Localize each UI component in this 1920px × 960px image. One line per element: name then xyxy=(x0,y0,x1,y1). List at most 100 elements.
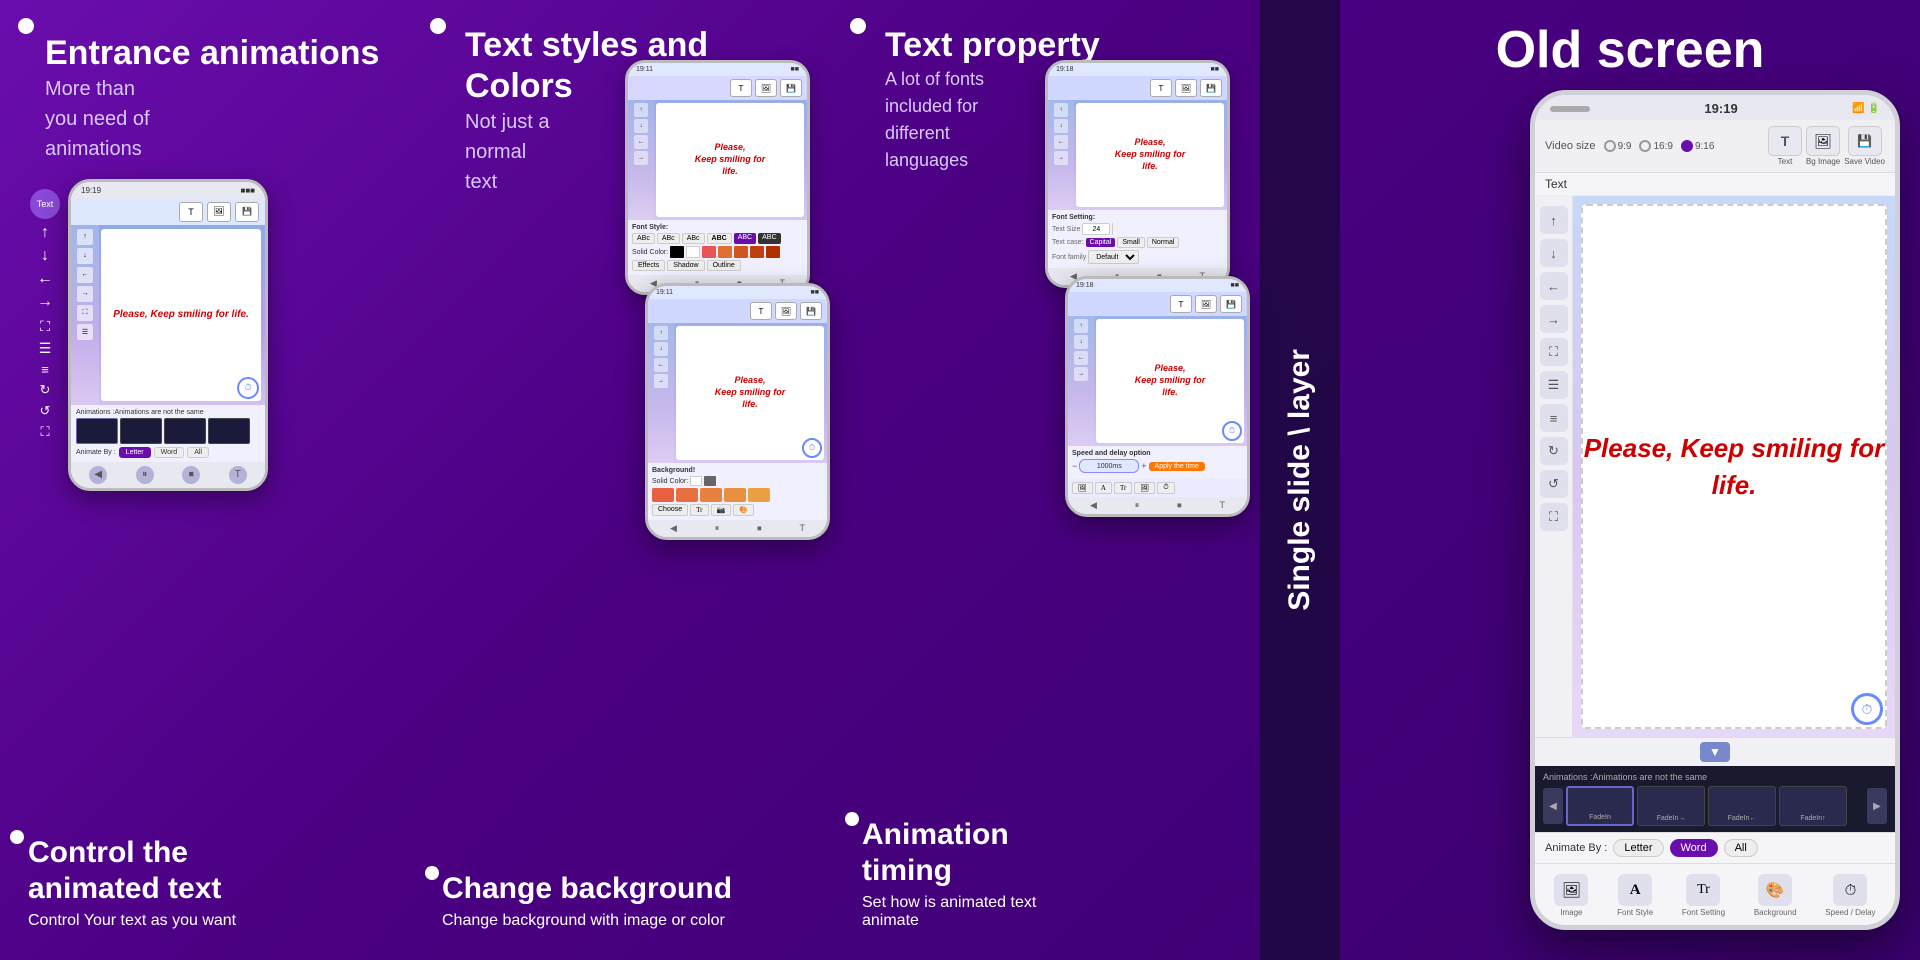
anim-thumb-1[interactable] xyxy=(76,418,118,444)
large-animate-word-btn[interactable]: Word xyxy=(1670,839,1718,857)
right-arrow-icon[interactable]: → xyxy=(37,293,53,311)
radio-99[interactable] xyxy=(1604,140,1616,152)
tool-6[interactable]: ☰ xyxy=(77,324,93,340)
font-family-select[interactable]: Default Arial xyxy=(1088,250,1139,264)
large-anim-thumb-4[interactable]: FadeIn↑ xyxy=(1779,786,1847,826)
bottom-font-style-btn[interactable]: A xyxy=(1618,874,1652,906)
size-916-option[interactable]: 9:16 xyxy=(1681,140,1714,152)
size-169-option[interactable]: 16:9 xyxy=(1639,140,1672,152)
bg-swatch-white[interactable] xyxy=(690,476,702,486)
radio-169[interactable] xyxy=(1639,140,1651,152)
phone3a-text-btn[interactable]: T xyxy=(1150,79,1172,97)
nav-text-2b[interactable]: T xyxy=(800,523,806,534)
phone2b-text-btn[interactable]: T xyxy=(750,302,772,320)
phone2b-tool4[interactable]: → xyxy=(654,374,668,388)
speed-btn-3[interactable]: Tr xyxy=(1114,482,1132,494)
rotate-cw-icon[interactable]: ↻ xyxy=(40,382,51,398)
large-tool-rotate-cw[interactable]: ↻ xyxy=(1540,437,1568,465)
large-tool-menu[interactable]: ≡ xyxy=(1540,404,1568,432)
case-normal[interactable]: Normal xyxy=(1147,237,1180,248)
phone3b-tool1[interactable]: ↑ xyxy=(1074,319,1088,333)
bottom-font-setting-btn[interactable]: Tr xyxy=(1686,874,1720,906)
anim-thumb-4[interactable] xyxy=(208,418,250,444)
phone2a-text-btn[interactable]: T xyxy=(730,79,752,97)
phone1-nav-text[interactable]: T xyxy=(229,466,247,484)
text-tool-btn[interactable]: T xyxy=(1768,126,1802,156)
swatch-darkred[interactable] xyxy=(766,246,780,258)
large-animate-letter-btn[interactable]: Letter xyxy=(1613,839,1663,857)
phone2a-tool3[interactable]: ← xyxy=(634,135,648,149)
speed-btn-1[interactable]: 🖼 xyxy=(1072,482,1093,494)
color-effect-2[interactable]: Shadow xyxy=(667,260,704,271)
tool-2[interactable]: ↓ xyxy=(77,248,93,264)
fullscreen-icon[interactable]: ⛶ xyxy=(40,424,49,440)
speed-btn-5[interactable]: ⏱ xyxy=(1157,482,1174,494)
swatch-burnt[interactable] xyxy=(750,246,764,258)
font-btn-5[interactable]: ABC xyxy=(734,233,756,244)
tool-4[interactable]: → xyxy=(77,286,93,302)
tool-1[interactable]: ↑ xyxy=(77,229,93,245)
phone2b-tool3[interactable]: ← xyxy=(654,358,668,372)
bg-btn-1[interactable]: Choose xyxy=(652,504,688,516)
phone3b-save-btn[interactable]: 💾 xyxy=(1220,295,1242,313)
up-arrow-icon[interactable]: ↑ xyxy=(41,224,49,242)
bg-btn-4[interactable]: 🎨 xyxy=(733,504,754,516)
phone3a-tool3[interactable]: ← xyxy=(1054,135,1068,149)
phone3a-save-btn[interactable]: 💾 xyxy=(1200,79,1222,97)
tool-5[interactable]: ⛶ xyxy=(77,305,93,321)
phone1-text-btn[interactable]: T xyxy=(179,202,203,222)
animate-letter-btn[interactable]: Letter xyxy=(119,447,151,458)
animate-all-btn[interactable]: All xyxy=(187,447,209,458)
large-anim-thumb-3[interactable]: FadeIn← xyxy=(1708,786,1776,826)
phone1-nav-stop[interactable]: ⏹ xyxy=(182,466,200,484)
phone2a-tool2[interactable]: ↓ xyxy=(634,119,648,133)
down-arrow-icon[interactable]: ↓ xyxy=(41,247,49,265)
phone1-nav-pause[interactable]: ⏸ xyxy=(136,466,154,484)
large-tool-fullscreen[interactable]: ⛶ xyxy=(1540,503,1568,531)
phone3b-tool3[interactable]: ← xyxy=(1074,351,1088,365)
bottom-image-btn[interactable]: 🖼 xyxy=(1554,874,1588,906)
expand-icon[interactable]: ⛶ xyxy=(40,318,50,335)
large-timer-btn[interactable]: ⏱ xyxy=(1851,693,1883,725)
phone2a-tool4[interactable]: → xyxy=(634,151,648,165)
phone2b-tool[interactable]: ↑ xyxy=(654,326,668,340)
color-effect-1[interactable]: Effects xyxy=(632,260,665,271)
anim-next-btn[interactable]: ▶ xyxy=(1867,788,1887,824)
speed-btn-2[interactable]: A xyxy=(1095,482,1112,494)
phone3b-img-btn[interactable]: 🖼 xyxy=(1195,295,1217,313)
font-btn-3[interactable]: ABc xyxy=(682,233,705,244)
speed-plus-btn[interactable]: + xyxy=(1141,461,1146,471)
large-tool-left[interactable]: ← xyxy=(1540,272,1568,300)
bg-sw5[interactable] xyxy=(748,488,770,502)
large-tool-list[interactable]: ☰ xyxy=(1540,371,1568,399)
case-capital[interactable]: Capital xyxy=(1086,238,1116,247)
nav-stop-3b[interactable]: ⏹ xyxy=(1177,500,1182,511)
phone1-nav-prev[interactable]: ◀ xyxy=(89,466,107,484)
bg-sw4[interactable] xyxy=(724,488,746,502)
bg-swatch-gray[interactable] xyxy=(704,476,716,486)
large-anim-thumb-1[interactable]: FadeIn xyxy=(1566,786,1634,826)
bg-sw3[interactable] xyxy=(700,488,722,502)
large-tool-right[interactable]: → xyxy=(1540,305,1568,333)
phone3b-tool2[interactable]: ↓ xyxy=(1074,335,1088,349)
radio-916[interactable] xyxy=(1681,140,1693,152)
nav-pause-2b[interactable]: ⏸ xyxy=(715,523,720,534)
phone2b-timer[interactable]: ⏱ xyxy=(802,438,822,458)
large-tool-up[interactable]: ↑ xyxy=(1540,206,1568,234)
large-anim-thumb-2[interactable]: FadeIn→ xyxy=(1637,786,1705,826)
apply-time-btn[interactable]: Apply the time xyxy=(1149,462,1205,471)
phone2b-save-btn[interactable]: 💾 xyxy=(800,302,822,320)
swatch-white[interactable] xyxy=(686,246,700,258)
font-btn-6[interactable]: ABC xyxy=(758,233,780,244)
anim-prev-btn[interactable]: ◀ xyxy=(1543,788,1563,824)
phone3b-tool4[interactable]: → xyxy=(1074,367,1088,381)
bg-sw2[interactable] xyxy=(676,488,698,502)
font-btn-2[interactable]: ABc xyxy=(657,233,680,244)
phone2b-tool2[interactable]: ↓ xyxy=(654,342,668,356)
list-icon[interactable]: ☰ xyxy=(39,340,52,357)
bottom-speed-btn[interactable]: ⏱ xyxy=(1833,874,1867,906)
phone3a-tool2[interactable]: ↓ xyxy=(1054,119,1068,133)
color-effect-3[interactable]: Outline xyxy=(707,260,741,271)
phone3b-text-btn[interactable]: T xyxy=(1170,295,1192,313)
phone1-image-btn[interactable]: 🖼 xyxy=(207,202,231,222)
